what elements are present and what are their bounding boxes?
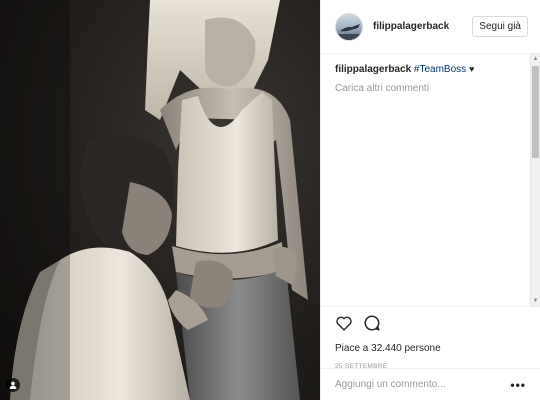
user-tag-icon xyxy=(9,381,17,389)
load-more-comments-link[interactable]: Carica altri commenti xyxy=(335,83,530,94)
post-actions: Piace a 32.440 persone 25 SETTEMBRE xyxy=(321,306,540,370)
post-details-panel: filippalagerback Segui già filippalagerb… xyxy=(320,0,540,400)
comment-input[interactable] xyxy=(335,379,511,390)
post-header: filippalagerback Segui già xyxy=(321,0,540,54)
following-button[interactable]: Segui già xyxy=(472,16,528,37)
more-options-icon[interactable]: ••• xyxy=(510,378,526,392)
caption-emoji: ♥ xyxy=(468,64,475,74)
action-icons xyxy=(335,315,526,335)
add-comment-bar: ••• xyxy=(321,368,540,400)
scroll-down-icon[interactable]: ▼ xyxy=(532,297,539,305)
scroll-up-icon[interactable]: ▲ xyxy=(532,55,539,63)
avatar-icon[interactable] xyxy=(335,12,363,41)
scrollbar-thumb[interactable] xyxy=(532,66,539,158)
post-caption: filippalagerback #TeamBoss ♥ xyxy=(335,62,530,77)
post-image xyxy=(0,0,308,400)
post-username[interactable]: filippalagerback xyxy=(373,21,472,32)
comment-icon[interactable] xyxy=(363,314,381,337)
likes-count[interactable]: Piace a 32.440 persone xyxy=(335,343,526,354)
comments-scrollbar[interactable]: ▲ ▼ xyxy=(530,54,540,306)
post-photo[interactable] xyxy=(0,0,320,400)
avatar-image xyxy=(336,23,362,40)
user-tag-button[interactable] xyxy=(6,378,20,392)
caption-hashtag[interactable]: #TeamBoss xyxy=(414,64,466,75)
caption-username[interactable]: filippalagerback xyxy=(335,64,411,75)
comments-list: filippalagerback #TeamBoss ♥ Carica altr… xyxy=(321,54,530,94)
heart-icon[interactable] xyxy=(335,315,353,336)
